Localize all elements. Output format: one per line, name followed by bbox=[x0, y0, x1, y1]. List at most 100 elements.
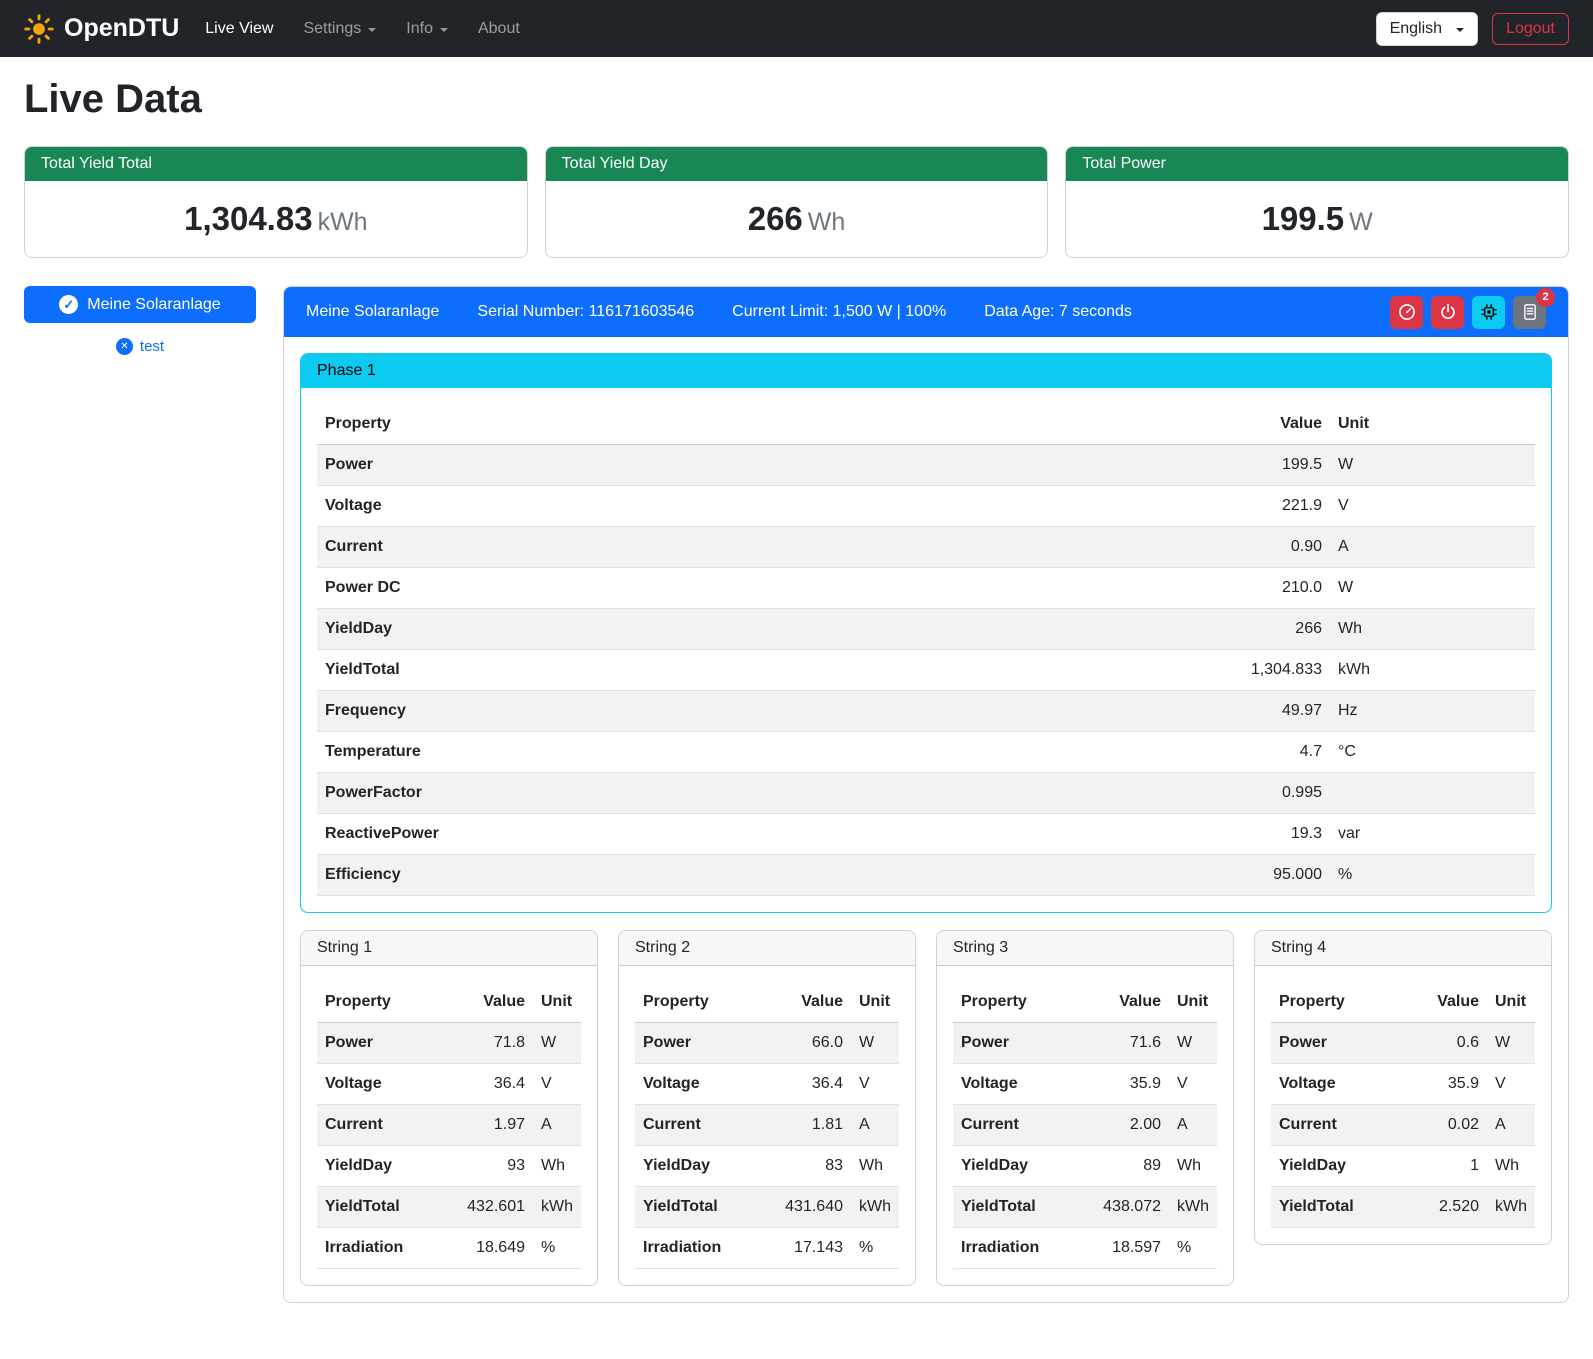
row-value: 431.640 bbox=[777, 1187, 851, 1228]
row-property: Power bbox=[317, 1023, 459, 1064]
row-value: 66.0 bbox=[777, 1023, 851, 1064]
row-property: Power bbox=[1271, 1023, 1413, 1064]
summary-card-body: 1,304.83kWh bbox=[25, 181, 527, 257]
limit-settings-button[interactable] bbox=[1390, 296, 1423, 329]
row-unit: A bbox=[851, 1105, 899, 1146]
table-row: Current 0.90 A bbox=[317, 527, 1535, 568]
table-header-row: Property Value Unit bbox=[635, 982, 899, 1023]
cpu-icon bbox=[1480, 303, 1498, 321]
row-property: YieldTotal bbox=[317, 650, 923, 691]
nav-live-view[interactable]: Live View bbox=[205, 20, 273, 38]
string-table: Property Value Unit Power 66.0 W bbox=[635, 982, 899, 1269]
chevron-down-icon bbox=[440, 28, 448, 32]
row-property: Power DC bbox=[317, 568, 923, 609]
summary-card-title: Total Yield Total bbox=[25, 147, 527, 181]
table-row: Temperature 4.7 °C bbox=[317, 732, 1535, 773]
row-value: 35.9 bbox=[1095, 1064, 1169, 1105]
power-icon bbox=[1439, 303, 1457, 321]
logout-button[interactable]: Logout bbox=[1492, 13, 1569, 45]
row-property: Voltage bbox=[317, 1064, 459, 1105]
column-header-property: Property bbox=[317, 982, 459, 1023]
navbar: OpenDTU Live View Settings Info About En… bbox=[0, 0, 1593, 57]
row-value: 1,304.833 bbox=[923, 650, 1330, 691]
row-value: 36.4 bbox=[459, 1064, 533, 1105]
table-row: Power 66.0 W bbox=[635, 1023, 899, 1064]
row-unit: Wh bbox=[1169, 1146, 1217, 1187]
row-unit: % bbox=[1169, 1228, 1217, 1269]
power-button[interactable] bbox=[1431, 296, 1464, 329]
summary-card-unit: kWh bbox=[318, 208, 368, 236]
column-header-value: Value bbox=[777, 982, 851, 1023]
phase-body: Property Value Unit Power 199.5 W bbox=[301, 388, 1551, 912]
table-row: Power DC 210.0 W bbox=[317, 568, 1535, 609]
row-unit: W bbox=[851, 1023, 899, 1064]
row-unit: kWh bbox=[1487, 1187, 1535, 1228]
row-value: 35.9 bbox=[1413, 1064, 1487, 1105]
row-unit: Hz bbox=[1330, 691, 1535, 732]
row-value: 4.7 bbox=[923, 732, 1330, 773]
table-row: Voltage 36.4 V bbox=[317, 1064, 581, 1105]
row-unit: var bbox=[1330, 814, 1535, 855]
column-header-unit: Unit bbox=[851, 982, 899, 1023]
row-value: 199.5 bbox=[923, 445, 1330, 486]
navbar-right: English Logout bbox=[1376, 12, 1569, 46]
row-value: 18.597 bbox=[1095, 1228, 1169, 1269]
string-card: String 3 Property Value Unit bbox=[936, 930, 1234, 1286]
table-row: Irradiation 18.649 % bbox=[317, 1228, 581, 1269]
table-row: Voltage 35.9 V bbox=[953, 1064, 1217, 1105]
page-container: Live Data Total Yield Total 1,304.83kWh … bbox=[0, 77, 1593, 1331]
summary-card-value: 1,304.83 bbox=[184, 200, 312, 237]
row-property: Power bbox=[317, 445, 923, 486]
row-property: Irradiation bbox=[317, 1228, 459, 1269]
row-value: 266 bbox=[923, 609, 1330, 650]
row-property: Current bbox=[635, 1105, 777, 1146]
brand-link[interactable]: OpenDTU bbox=[24, 14, 179, 44]
row-property: ReactivePower bbox=[317, 814, 923, 855]
row-property: YieldTotal bbox=[635, 1187, 777, 1228]
row-unit: % bbox=[851, 1228, 899, 1269]
row-property: YieldDay bbox=[953, 1146, 1095, 1187]
summary-card-unit: W bbox=[1349, 208, 1373, 236]
table-row: YieldDay 93 Wh bbox=[317, 1146, 581, 1187]
row-value: 432.601 bbox=[459, 1187, 533, 1228]
column-header-value: Value bbox=[459, 982, 533, 1023]
string-card: String 4 Property Value Unit bbox=[1254, 930, 1552, 1245]
phase-title: Phase 1 bbox=[301, 354, 1551, 388]
nav-settings[interactable]: Settings bbox=[303, 20, 376, 38]
row-value: 95.000 bbox=[923, 855, 1330, 896]
nav-about[interactable]: About bbox=[478, 20, 520, 38]
row-property: Frequency bbox=[317, 691, 923, 732]
string-table: Property Value Unit Power 0.6 W bbox=[1271, 982, 1535, 1228]
column-header-value: Value bbox=[1413, 982, 1487, 1023]
device-info-button[interactable] bbox=[1472, 296, 1505, 329]
row-unit: kWh bbox=[1169, 1187, 1217, 1228]
nav-info[interactable]: Info bbox=[406, 20, 448, 38]
content-row: ✓ Meine Solaranlage ✕ test Meine Solaran… bbox=[24, 286, 1569, 1303]
table-row: YieldDay 89 Wh bbox=[953, 1146, 1217, 1187]
row-unit: V bbox=[1487, 1064, 1535, 1105]
row-unit: kWh bbox=[1330, 650, 1535, 691]
row-value: 83 bbox=[777, 1146, 851, 1187]
inverter-limit: Current Limit: 1,500 W | 100% bbox=[732, 303, 946, 321]
table-row: YieldDay 1 Wh bbox=[1271, 1146, 1535, 1187]
inverter-link-test[interactable]: ✕ test bbox=[24, 338, 256, 355]
row-value: 18.649 bbox=[459, 1228, 533, 1269]
row-property: Voltage bbox=[317, 486, 923, 527]
row-property: Current bbox=[317, 527, 923, 568]
test-link-label: test bbox=[140, 338, 164, 355]
row-property: Irradiation bbox=[953, 1228, 1095, 1269]
inverter-panel: Meine Solaranlage Serial Number: 1161716… bbox=[283, 286, 1569, 1303]
row-unit: kWh bbox=[533, 1187, 581, 1228]
row-unit: W bbox=[533, 1023, 581, 1064]
inverter-select-label: Meine Solaranlage bbox=[87, 296, 220, 314]
chevron-down-icon bbox=[1456, 28, 1464, 32]
column-header-unit: Unit bbox=[1330, 404, 1535, 445]
row-property: YieldDay bbox=[635, 1146, 777, 1187]
table-header-row: Property Value Unit bbox=[1271, 982, 1535, 1023]
page-title: Live Data bbox=[24, 77, 1569, 122]
string-title: String 3 bbox=[937, 931, 1233, 966]
inverter-select-button[interactable]: ✓ Meine Solaranlage bbox=[24, 286, 256, 323]
language-value: English bbox=[1390, 20, 1442, 38]
row-unit: Wh bbox=[1330, 609, 1535, 650]
language-select[interactable]: English bbox=[1376, 12, 1478, 46]
